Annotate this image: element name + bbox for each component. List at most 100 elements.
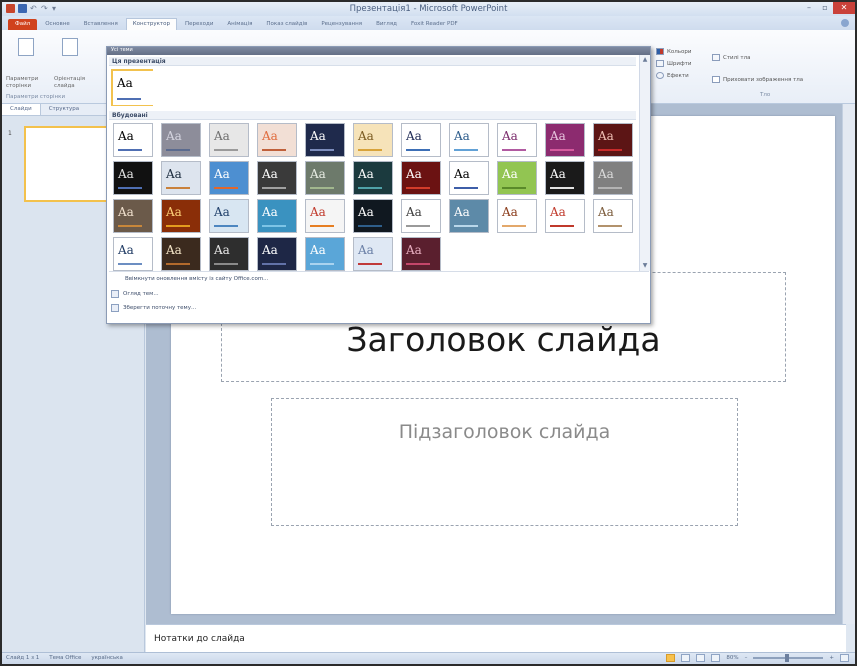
theme-tile[interactable]: Aa [497, 161, 537, 195]
theme-tile[interactable]: Aa [401, 123, 441, 157]
orientation-icon[interactable] [62, 38, 78, 56]
tab-outline[interactable]: Структура [41, 104, 87, 115]
slide-sorter-button[interactable] [681, 654, 691, 662]
page-setup-icon[interactable] [18, 38, 34, 56]
current-theme-tile[interactable]: Aa [111, 69, 153, 106]
zoom-out-button[interactable]: – [745, 655, 748, 661]
theme-tile[interactable]: Aa [449, 123, 489, 157]
theme-sample-text: Aa [550, 205, 566, 219]
theme-tile[interactable]: Aa [161, 123, 201, 157]
fonts-button[interactable]: Шрифти [656, 60, 691, 67]
vertical-scrollbar[interactable] [842, 104, 855, 624]
gallery-filter[interactable]: Усі теми [111, 47, 133, 53]
theme-tile[interactable]: Aa [353, 161, 393, 195]
fit-to-window-button[interactable] [840, 654, 849, 662]
help-icon[interactable] [841, 19, 849, 27]
background-styles-button[interactable]: Стилі тла [712, 54, 751, 61]
page-setup-button[interactable]: Параметри сторінки [6, 76, 54, 90]
theme-tile[interactable]: Aa [257, 199, 297, 233]
theme-color-strip [358, 187, 382, 189]
theme-tile[interactable]: Aa [593, 199, 633, 233]
theme-tile[interactable]: Aa [305, 237, 345, 271]
scroll-up-icon[interactable]: ▲ [642, 57, 648, 63]
theme-tile[interactable]: Aa [449, 199, 489, 233]
subtitle-placeholder[interactable]: Підзаголовок слайда [271, 398, 738, 526]
zoom-slider-knob[interactable] [785, 654, 790, 662]
theme-tile[interactable]: Aa [113, 161, 153, 195]
theme-sample-text: Aa [262, 205, 278, 219]
maximize-button[interactable]: ▫ [817, 2, 833, 14]
theme-tile[interactable]: Aa [161, 199, 201, 233]
zoom-in-button[interactable]: + [829, 655, 834, 661]
theme-tile[interactable]: Aa [353, 199, 393, 233]
theme-tile[interactable]: Aa [209, 237, 249, 271]
theme-tile[interactable]: Aa [497, 123, 537, 157]
normal-view-button[interactable] [666, 654, 676, 662]
theme-tile[interactable]: Aa [113, 199, 153, 233]
theme-tile[interactable]: Aa [209, 123, 249, 157]
theme-tile[interactable]: Aa [257, 123, 297, 157]
zoom-slider[interactable] [753, 654, 824, 662]
theme-sample-text: Aa [214, 243, 230, 257]
theme-tile[interactable]: Aa [353, 237, 393, 271]
theme-tile[interactable]: Aa [209, 161, 249, 195]
tab-review[interactable]: Рецензування [315, 19, 368, 30]
tab-foxit[interactable]: Foxit Reader PDF [405, 19, 464, 30]
gallery-header[interactable]: Усі теми [107, 47, 650, 55]
tab-design[interactable]: Конструктор [125, 18, 177, 30]
orientation-button[interactable]: Орієнтація слайда [54, 76, 104, 90]
zoom-level[interactable]: 80% [726, 655, 738, 661]
browse-themes-command[interactable]: Огляд тем... [111, 290, 159, 298]
scroll-down-icon[interactable]: ▼ [642, 263, 648, 269]
close-button[interactable]: ✕ [833, 2, 855, 14]
theme-tile-current[interactable]: Aa [113, 71, 153, 105]
theme-tile[interactable]: Aa [401, 199, 441, 233]
theme-tile[interactable]: Aa [161, 161, 201, 195]
theme-tile[interactable]: Aa [305, 123, 345, 157]
theme-tile[interactable]: Aa [401, 237, 441, 271]
tab-view[interactable]: Вигляд [370, 19, 403, 30]
minimize-button[interactable]: – [801, 2, 817, 14]
theme-sample-text: Aa [454, 205, 470, 219]
hide-background-checkbox[interactable]: Приховати зображення тла [712, 76, 803, 83]
theme-tile[interactable]: Aa [305, 161, 345, 195]
theme-tile[interactable]: Aa [545, 161, 585, 195]
enable-online-content-link[interactable]: Ввімкнути оновлення вмісту із сайту Offi… [111, 276, 268, 282]
theme-tile[interactable]: Aa [113, 237, 153, 271]
theme-sample-text: Aa [262, 167, 278, 181]
theme-tile[interactable]: Aa [497, 199, 537, 233]
slideshow-button[interactable] [711, 654, 721, 662]
colors-button[interactable]: Кольори [656, 48, 691, 55]
themes-gallery: Усі теми Ця презентація Aa Вбудовані ▲ ▼… [106, 46, 651, 324]
tab-home[interactable]: Основне [39, 19, 76, 30]
language-indicator[interactable]: українська [91, 655, 123, 661]
theme-tile[interactable]: Aa [257, 161, 297, 195]
theme-color-strip [118, 187, 142, 189]
theme-tile[interactable]: Aa [449, 161, 489, 195]
theme-color-strip [166, 187, 190, 189]
theme-name: Тема Office [49, 655, 82, 661]
tab-slides[interactable]: Слайди [2, 104, 41, 115]
tab-animations[interactable]: Анімація [221, 19, 258, 30]
tab-insert[interactable]: Вставлення [78, 19, 124, 30]
theme-tile[interactable]: Aa [593, 161, 633, 195]
save-theme-command[interactable]: Зберегти поточну тему... [111, 304, 196, 312]
theme-tile[interactable]: Aa [209, 199, 249, 233]
theme-tile[interactable]: Aa [305, 199, 345, 233]
theme-tile[interactable]: Aa [593, 123, 633, 157]
theme-tile[interactable]: Aa [545, 123, 585, 157]
theme-tile[interactable]: Aa [161, 237, 201, 271]
tab-file[interactable]: Файл [8, 19, 38, 30]
status-bar: Слайд 1 з 1 Тема Office українська 80% –… [2, 652, 855, 664]
theme-tile[interactable]: Aa [401, 161, 441, 195]
reading-view-button[interactable] [696, 654, 706, 662]
tab-slideshow[interactable]: Показ слайдів [260, 19, 313, 30]
theme-tile[interactable]: Aa [113, 123, 153, 157]
theme-tile[interactable]: Aa [257, 237, 297, 271]
theme-sample-text: Aa [310, 205, 326, 219]
theme-tile[interactable]: Aa [545, 199, 585, 233]
tab-transitions[interactable]: Переходи [179, 19, 219, 30]
theme-tile[interactable]: Aa [353, 123, 393, 157]
gallery-scrollbar[interactable]: ▲ ▼ [639, 55, 650, 271]
effects-button[interactable]: Ефекти [656, 72, 689, 79]
